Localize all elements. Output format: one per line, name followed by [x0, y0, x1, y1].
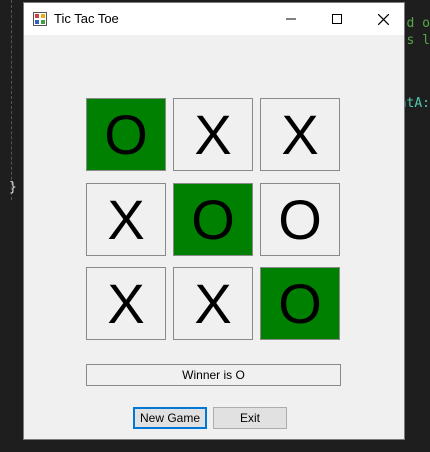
- editor-brace: }: [9, 180, 17, 195]
- board-cell[interactable]: O: [260, 183, 340, 256]
- board-cell[interactable]: X: [86, 267, 166, 340]
- maximize-button[interactable]: [314, 3, 360, 35]
- editor-code-line: s l: [406, 33, 430, 48]
- board-cell[interactable]: X: [173, 98, 253, 171]
- maximize-icon: [332, 14, 342, 24]
- close-icon: [377, 13, 389, 25]
- app-icon: [33, 12, 47, 26]
- window-title: Tic Tac Toe: [54, 11, 119, 26]
- editor-code-line: d o: [406, 16, 430, 31]
- close-button[interactable]: [360, 3, 406, 35]
- board-cell[interactable]: X: [86, 183, 166, 256]
- title-bar[interactable]: Tic Tac Toe: [24, 3, 404, 35]
- board-cell[interactable]: X: [173, 267, 253, 340]
- editor-guide-line: [11, 0, 12, 200]
- minimize-button[interactable]: [268, 3, 314, 35]
- board-cell[interactable]: O: [173, 183, 253, 256]
- board-cell[interactable]: O: [260, 267, 340, 340]
- tic-tac-toe-window: Tic Tac Toe O X X X O O X X O Winner is …: [23, 2, 405, 440]
- status-label: Winner is O: [86, 364, 341, 386]
- board-cell[interactable]: O: [86, 98, 166, 171]
- exit-button[interactable]: Exit: [213, 407, 287, 429]
- minimize-icon: [286, 18, 296, 20]
- board-cell[interactable]: X: [260, 98, 340, 171]
- new-game-button[interactable]: New Game: [133, 407, 207, 429]
